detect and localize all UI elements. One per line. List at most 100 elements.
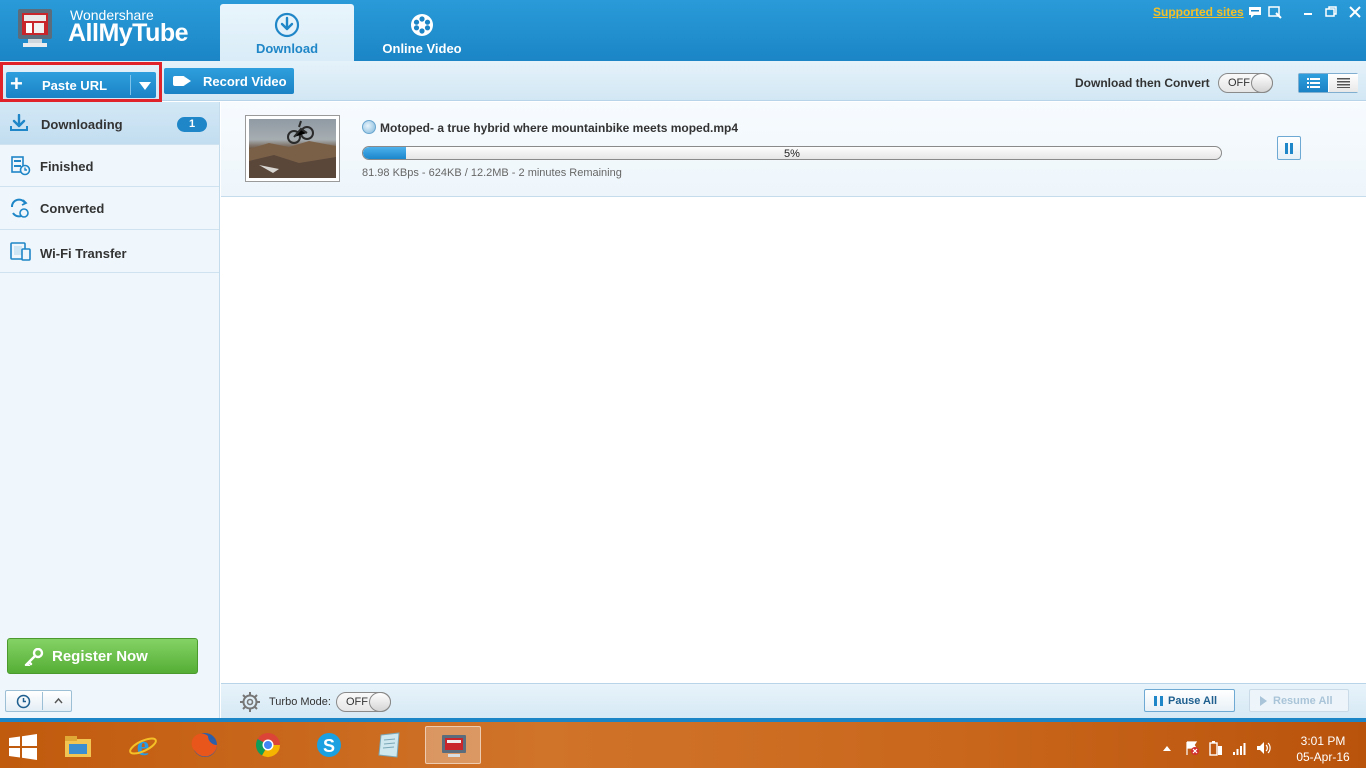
taskbar-notepad[interactable]	[362, 726, 418, 764]
detail-view-icon	[1337, 78, 1350, 88]
sidebar-item-label: Downloading	[41, 117, 123, 132]
turbo-mode-label: Turbo Mode:	[269, 696, 331, 708]
skype-icon: S	[317, 733, 341, 757]
download-item[interactable]: Motoped- a true hybrid where mountainbik…	[221, 102, 1366, 197]
network-signal-icon[interactable]	[1232, 740, 1248, 756]
windows-taskbar: e S 3:01 PM 05-Apr-16	[0, 718, 1366, 768]
sidebar: Downloading 1 Finished Converted Wi-Fi T…	[0, 102, 220, 718]
button-divider	[130, 75, 131, 95]
clock-icon	[16, 694, 31, 709]
maximize-icon[interactable]	[1323, 4, 1339, 20]
history-toggle-button[interactable]	[5, 690, 72, 712]
sidebar-item-downloading[interactable]: Downloading 1	[0, 102, 219, 145]
video-thumbnail-image	[249, 119, 336, 178]
show-hidden-icons-icon[interactable]	[1162, 745, 1172, 751]
list-view-button[interactable]	[1299, 74, 1328, 92]
list-view-icon	[1307, 78, 1320, 88]
download-tray-icon	[10, 114, 28, 131]
taskbar-chrome[interactable]	[240, 726, 296, 764]
chevron-up-icon	[54, 697, 63, 704]
record-video-label: Record Video	[203, 74, 287, 89]
detail-view-button[interactable]	[1329, 74, 1358, 92]
battery-icon[interactable]	[1209, 740, 1223, 756]
notepad-icon	[378, 732, 400, 758]
button-divider	[42, 692, 43, 710]
svg-text:e: e	[137, 731, 149, 759]
action-center-icon[interactable]	[1184, 740, 1200, 756]
settings-icon[interactable]	[1267, 4, 1283, 20]
tab-online-video-label: Online Video	[382, 41, 462, 56]
file-explorer-icon	[65, 736, 91, 757]
play-icon	[1260, 696, 1267, 706]
globe-icon	[362, 120, 376, 134]
download-list: Motoped- a true hybrid where mountainbik…	[221, 102, 1366, 683]
volume-icon[interactable]	[1256, 740, 1272, 756]
toggle-state: OFF	[1228, 77, 1250, 89]
plus-icon: +	[10, 71, 23, 96]
film-reel-icon	[411, 14, 433, 36]
download-then-convert-toggle[interactable]: OFF	[1218, 73, 1273, 93]
paste-url-label: Paste URL	[42, 78, 108, 93]
gear-icon	[240, 692, 260, 712]
downloading-count-badge: 1	[177, 117, 207, 132]
taskbar-clock[interactable]: 3:01 PM 05-Apr-16	[1288, 733, 1358, 765]
view-switcher	[1298, 73, 1358, 93]
video-thumbnail	[245, 115, 340, 182]
windows-start-icon[interactable]	[8, 734, 38, 760]
tab-download-label: Download	[255, 41, 319, 56]
clock-date: 05-Apr-16	[1296, 750, 1350, 764]
toggle-knob	[1251, 73, 1273, 93]
register-now-label: Register Now	[52, 648, 148, 665]
download-progress-bar: 5%	[362, 146, 1222, 160]
finished-film-icon	[11, 156, 31, 176]
resume-all-button[interactable]: Resume All	[1249, 689, 1349, 712]
download-file-name: Motoped- a true hybrid where mountainbik…	[380, 121, 739, 135]
minimize-icon[interactable]	[1300, 4, 1316, 20]
taskbar-allmytube[interactable]	[425, 726, 481, 764]
converted-refresh-icon	[11, 198, 29, 218]
pause-icon	[1154, 696, 1163, 706]
chrome-icon	[255, 733, 280, 758]
wifi-transfer-icon	[10, 242, 31, 261]
allmytube-logo	[18, 9, 52, 47]
register-now-button[interactable]: Register Now	[7, 638, 198, 674]
download-progress-percent: 5%	[784, 148, 800, 160]
tab-online-video[interactable]: Online Video	[354, 4, 490, 61]
title-bar: Wondershare AllMyTube Download Online Vi…	[0, 0, 1366, 61]
record-video-button[interactable]: Record Video	[164, 68, 294, 94]
toggle-state: OFF	[346, 696, 368, 708]
firefox-icon	[191, 733, 217, 757]
bottom-bar: Turbo Mode: OFF Pause All Resume All	[221, 683, 1366, 718]
allmytube-icon	[442, 735, 466, 757]
pause-all-label: Pause All	[1168, 695, 1218, 707]
download-circle-icon	[274, 12, 300, 38]
chat-icon[interactable]	[1247, 4, 1263, 20]
supported-sites-link[interactable]: Supported sites	[1153, 5, 1244, 19]
toggle-knob	[369, 692, 391, 712]
download-then-convert-label: Download then Convert	[1075, 76, 1210, 90]
key-icon	[24, 648, 44, 666]
sidebar-item-label: Wi-Fi Transfer	[40, 246, 127, 261]
video-camera-icon	[173, 76, 185, 86]
svg-text:S: S	[323, 736, 335, 756]
sidebar-item-wifi-transfer[interactable]: Wi-Fi Transfer	[0, 230, 219, 273]
sidebar-item-label: Finished	[40, 159, 94, 174]
turbo-mode-toggle[interactable]: OFF	[336, 692, 391, 712]
chevron-down-icon[interactable]	[139, 82, 151, 90]
resume-all-label: Resume All	[1273, 695, 1333, 707]
taskbar-internet-explorer[interactable]: e	[115, 726, 171, 764]
paste-url-button[interactable]: + Paste URL	[6, 72, 156, 98]
brand-product: AllMyTube	[68, 19, 189, 47]
close-icon[interactable]	[1347, 4, 1363, 20]
taskbar-file-explorer[interactable]	[50, 726, 106, 764]
taskbar-firefox[interactable]	[177, 726, 233, 764]
pause-all-button[interactable]: Pause All	[1144, 689, 1235, 712]
sidebar-item-converted[interactable]: Converted	[0, 187, 219, 230]
sidebar-item-finished[interactable]: Finished	[0, 145, 219, 187]
pause-download-button[interactable]	[1277, 136, 1301, 160]
taskbar-skype[interactable]: S	[301, 726, 357, 764]
toolbar: + Paste URL Record Video Download then C…	[0, 61, 1366, 102]
sidebar-item-label: Converted	[40, 201, 105, 216]
download-stats: 81.98 KBps - 624KB / 12.2MB - 2 minutes …	[362, 167, 622, 179]
tab-download[interactable]: Download	[220, 4, 354, 61]
